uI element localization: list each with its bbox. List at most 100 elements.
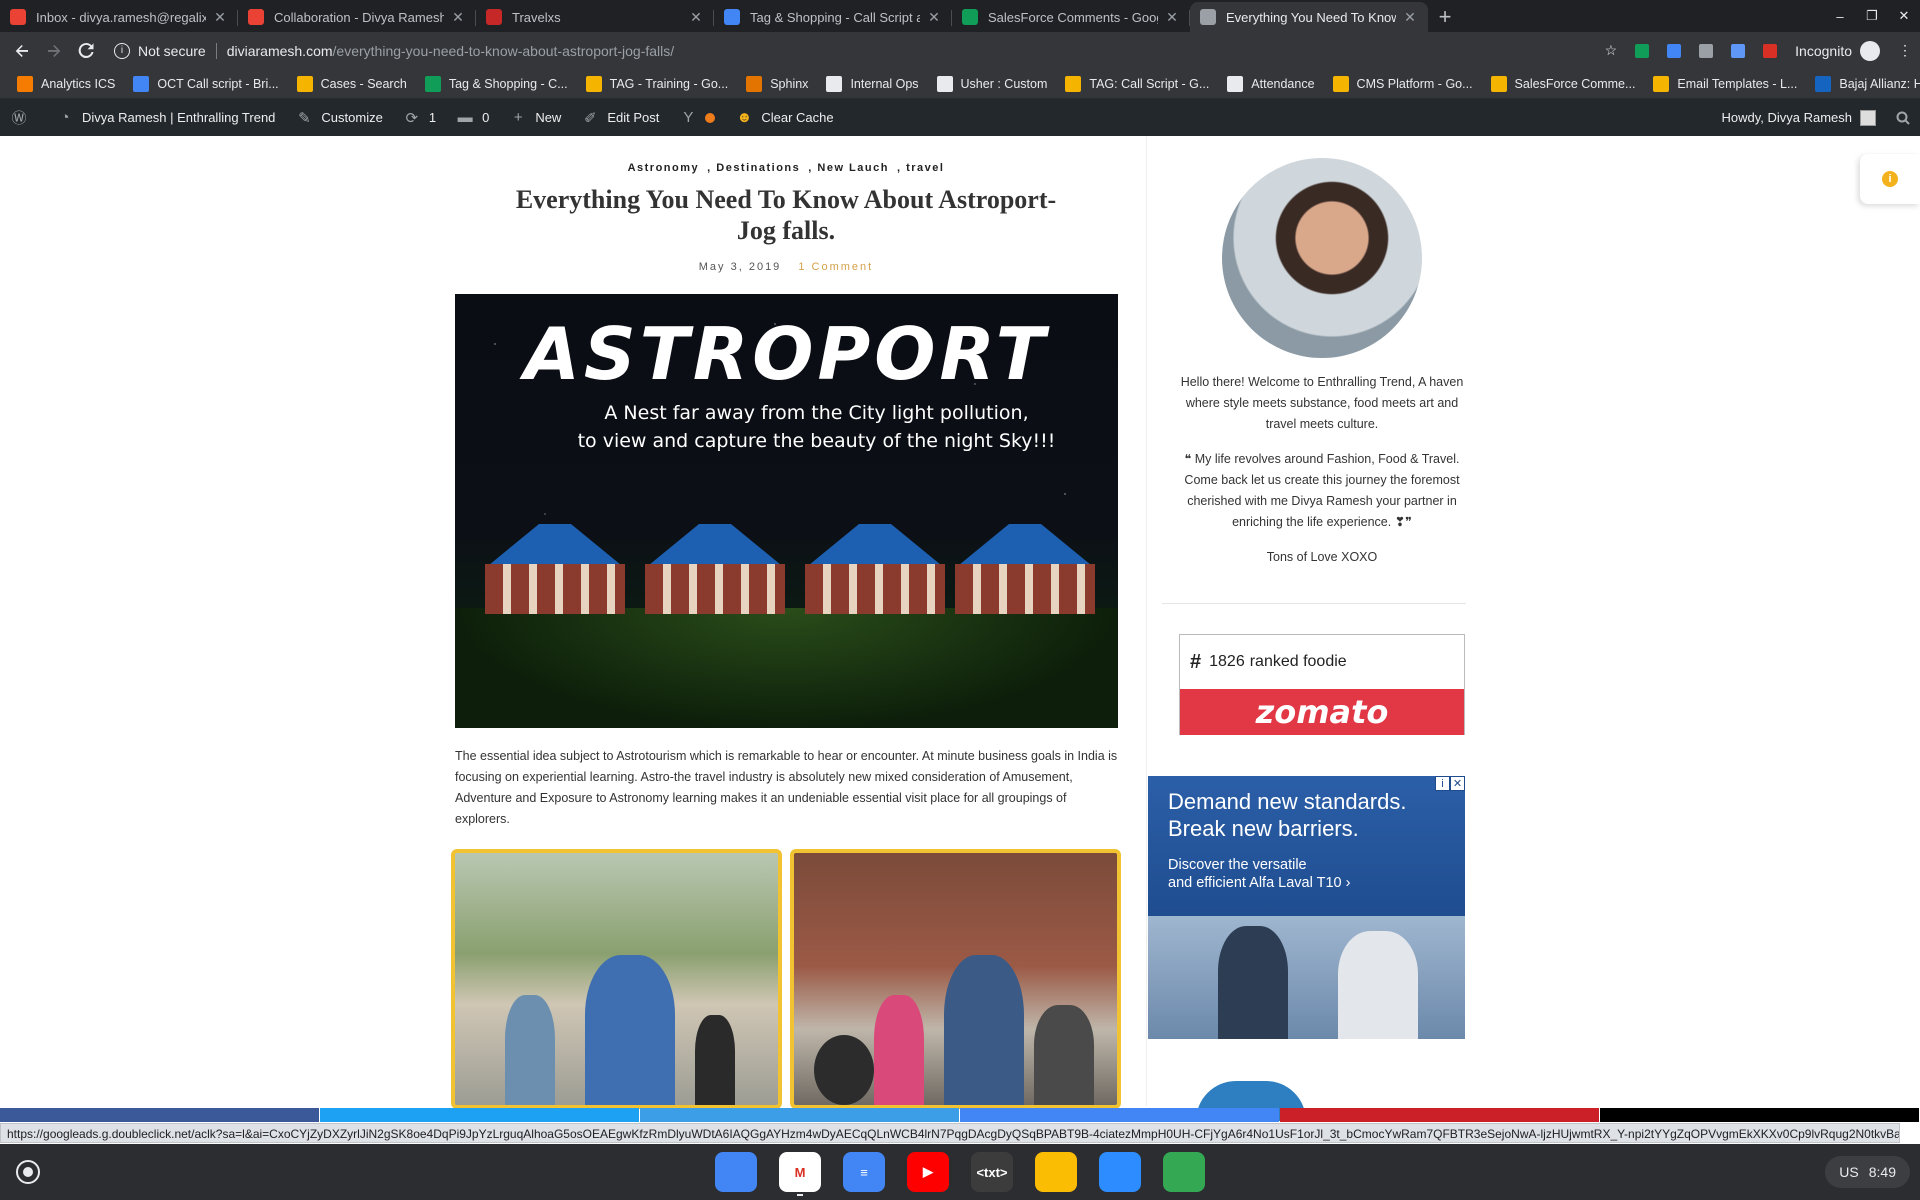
ad-info-icon[interactable]: i — [1435, 776, 1450, 791]
account-menu[interactable]: Howdy, Divya Ramesh — [1711, 99, 1886, 136]
extension-icon[interactable] — [1635, 43, 1650, 58]
category-link[interactable]: Astronomy — [628, 162, 700, 174]
close-tab-icon[interactable]: ✕ — [926, 9, 942, 26]
bookmark-item[interactable]: Tag & Shopping - C... — [416, 75, 577, 92]
zomato-widget[interactable]: # 1826 ranked foodie zomato — [1179, 634, 1465, 735]
bookmark-item[interactable]: OCT Call script - Bri... — [124, 75, 287, 92]
bookmark-item[interactable]: Internal Ops — [817, 75, 927, 92]
launcher-button[interactable] — [16, 1160, 40, 1184]
share-button[interactable] — [640, 1108, 959, 1122]
browser-tab[interactable]: Tag & Shopping - Call Script and ✕ — [714, 2, 952, 32]
category-link[interactable]: , Destinations — [707, 162, 800, 174]
close-tab-icon[interactable]: ✕ — [1402, 9, 1418, 26]
category-link[interactable]: , New Lauch — [808, 162, 889, 174]
bookmark-label: Bajaj Allianz: Healt... — [1839, 76, 1920, 91]
gallery-photo[interactable] — [790, 849, 1121, 1109]
bookmark-item[interactable]: CMS Platform - Go... — [1324, 75, 1482, 92]
share-button[interactable] — [320, 1108, 639, 1122]
gmail-icon — [10, 9, 26, 25]
back-button[interactable] — [8, 37, 36, 65]
cache-icon: ☻ — [736, 109, 753, 126]
close-tab-icon[interactable]: ✕ — [1164, 9, 1180, 26]
updates-count: 1 — [428, 110, 437, 125]
address-bar[interactable]: i Not secure diviaramesh.com/everything-… — [110, 37, 1605, 65]
bookmark-favicon-icon — [936, 75, 953, 92]
comments-link[interactable]: ▬ 0 — [446, 99, 499, 136]
bookmark-favicon-icon — [1815, 75, 1832, 92]
search-button[interactable] — [1886, 99, 1920, 136]
maximize-button[interactable]: ❐ — [1856, 0, 1888, 32]
extension-icon[interactable] — [1699, 43, 1714, 58]
customize-link[interactable]: ✎ Customize — [285, 99, 392, 136]
close-tab-icon[interactable]: ✕ — [450, 9, 466, 26]
bookmark-item[interactable]: Cases - Search — [288, 75, 416, 92]
category-link[interactable]: , travel — [897, 162, 944, 174]
extension-icon[interactable] — [1731, 43, 1746, 58]
display-ad[interactable]: Demand new standards. Break new barriers.… — [1148, 776, 1465, 1039]
browser-tab[interactable]: Inbox - divya.ramesh@regalix-in ✕ — [0, 2, 238, 32]
bookmark-item[interactable]: Attendance — [1218, 75, 1323, 92]
keep-app[interactable] — [1035, 1152, 1077, 1192]
docs-app[interactable]: ≡ — [843, 1152, 885, 1192]
share-button[interactable] — [1280, 1108, 1599, 1122]
clock: 8:49 — [1868, 1164, 1896, 1180]
extension-icon[interactable] — [1667, 43, 1682, 58]
post-date[interactable]: May 3, 2019 — [699, 261, 782, 273]
zoom-app[interactable] — [1099, 1152, 1141, 1192]
tent — [635, 524, 795, 614]
gmail-app[interactable]: M — [779, 1152, 821, 1196]
sidebar-divider — [1162, 603, 1466, 604]
browser-tab[interactable]: Everything You Need To Know A ✕ — [1190, 2, 1428, 32]
youtube-app[interactable]: ▶ — [907, 1152, 949, 1192]
minimize-button[interactable]: – — [1824, 0, 1856, 32]
yoast-seo-menu[interactable]: Y — [669, 99, 725, 136]
forward-button[interactable] — [40, 37, 68, 65]
zomato-rank-label: ranked foodie — [1249, 653, 1347, 670]
info-icon[interactable]: i — [114, 42, 130, 59]
share-button[interactable] — [0, 1108, 319, 1122]
bookmark-star-icon[interactable]: ☆ — [1605, 42, 1618, 59]
bookmark-item[interactable]: Analytics ICS — [8, 75, 124, 92]
clear-cache-link[interactable]: ☻ Clear Cache — [725, 99, 843, 136]
floating-info-button[interactable]: i — [1860, 154, 1920, 204]
edit-post-link[interactable]: ✐ Edit Post — [571, 99, 669, 136]
bookmark-item[interactable]: Email Templates - L... — [1644, 75, 1806, 92]
close-tab-icon[interactable]: ✕ — [688, 9, 704, 26]
bookmark-item[interactable]: SalesForce Comme... — [1482, 75, 1645, 92]
updates-link[interactable]: ⟳ 1 — [393, 99, 446, 136]
site-name-link[interactable]: ◔ Divya Ramesh | Enthralling Trend — [46, 99, 285, 136]
post-paragraph: The essential idea subject to Astrotouri… — [455, 749, 1118, 826]
share-button[interactable] — [960, 1108, 1279, 1122]
bookmark-item[interactable]: TAG - Training - Go... — [577, 75, 738, 92]
status-tray[interactable]: US 8:49 — [1825, 1156, 1910, 1188]
menu-icon[interactable]: ⋮ — [1898, 42, 1912, 59]
close-tab-icon[interactable]: ✕ — [212, 9, 228, 26]
browser-tab[interactable]: SalesForce Comments - Google ✕ — [952, 2, 1190, 32]
wordpress-logo[interactable]: Ⓦ — [0, 99, 46, 136]
photo-gallery — [451, 849, 1121, 1109]
bookmark-item[interactable]: Sphinx — [737, 75, 817, 92]
browser-tab[interactable]: Travelxs ✕ — [476, 2, 714, 32]
new-content-link[interactable]: + New — [499, 99, 571, 136]
bookmark-item[interactable]: TAG: Call Script - G... — [1056, 75, 1218, 92]
reload-button[interactable] — [72, 37, 100, 65]
toolbar-right: ☆ Incognito ⋮ — [1605, 40, 1912, 61]
hero-image: ASTROPORT A Nest far away from the City … — [455, 294, 1118, 728]
text-app[interactable]: <txt> — [971, 1152, 1013, 1192]
browser-tab[interactable]: Collaboration - Divya Ramesh - c ✕ — [238, 2, 476, 32]
comments-link[interactable]: 1 Comment — [798, 261, 873, 273]
bookmark-item[interactable]: Usher : Custom — [928, 75, 1057, 92]
chrome-app[interactable] — [1163, 1152, 1205, 1192]
extension-icon[interactable] — [1763, 43, 1778, 58]
bookmarks-bar: Analytics ICS OCT Call script - Bri... Cas… — [0, 69, 1920, 99]
share-button[interactable] — [1600, 1108, 1919, 1122]
ad-close-icon[interactable]: ✕ — [1450, 776, 1465, 791]
new-tab-button[interactable]: + — [1428, 2, 1462, 32]
bookmark-label: Cases - Search — [320, 76, 407, 91]
bookmark-item[interactable]: Bajaj Allianz: Healt... — [1806, 75, 1920, 92]
person-figure — [944, 955, 1024, 1105]
incognito-indicator[interactable]: Incognito — [1795, 40, 1880, 61]
gallery-photo[interactable] — [451, 849, 782, 1109]
files-app[interactable] — [715, 1152, 757, 1192]
close-window-button[interactable]: ✕ — [1888, 0, 1920, 32]
